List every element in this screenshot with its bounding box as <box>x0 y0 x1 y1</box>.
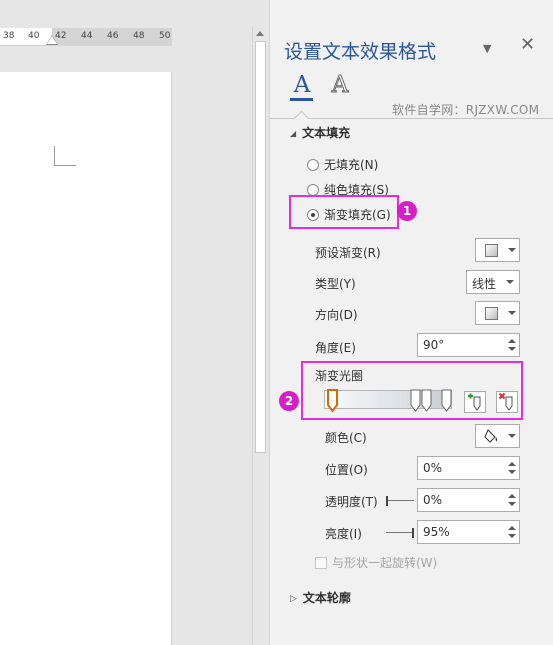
gradient-type-select[interactable]: 线性 <box>466 270 520 294</box>
rotate-with-shape-checkbox[interactable] <box>315 556 327 569</box>
position-input[interactable] <box>418 457 506 479</box>
right-indent-marker[interactable] <box>47 36 57 44</box>
gradient-swatch-icon <box>485 244 498 257</box>
pane-options-dropdown-icon[interactable]: ▼ <box>483 42 491 55</box>
text-fill-section-title: 文本填充 <box>302 126 351 140</box>
horizontal-ruler[interactable]: 38 40 42 44 46 48 50 <box>0 28 172 46</box>
ruler-tick-label: 38 <box>3 31 15 41</box>
vertical-scrollbar[interactable] <box>252 27 268 645</box>
radio-button[interactable] <box>307 183 319 196</box>
ruler-tick-label: 46 <box>107 31 119 41</box>
text-outline-section-title: 文本轮廓 <box>302 591 351 605</box>
expand-triangle-icon: ▷ <box>290 594 297 604</box>
slider-thumb[interactable] <box>386 496 388 506</box>
angle-spinner[interactable] <box>417 333 520 357</box>
direction-swatch-icon <box>485 307 498 320</box>
brightness-slider[interactable] <box>386 528 414 538</box>
ruler-tick-label: 50 <box>159 31 171 41</box>
spin-up-icon[interactable] <box>508 339 516 343</box>
chevron-down-icon <box>508 434 516 438</box>
scroll-up-arrow-icon[interactable] <box>256 31 264 36</box>
scrollbar-thumb[interactable] <box>255 41 266 453</box>
radio-no-fill[interactable]: 无填充(N) <box>307 156 378 173</box>
angle-input[interactable] <box>418 334 506 356</box>
radio-button[interactable] <box>307 158 319 171</box>
document-area: 38 40 42 44 46 48 50 <box>0 0 252 645</box>
brightness-spinner[interactable] <box>417 520 520 544</box>
watermark-text: 软件自学网：RJZXW.COM <box>392 103 540 117</box>
stop-color-button[interactable] <box>475 424 520 448</box>
paint-bucket-icon <box>484 429 498 443</box>
rotate-with-shape-label: 与形状一起旋转(W) <box>332 556 438 570</box>
transparency-slider[interactable] <box>386 496 414 506</box>
direction-button[interactable] <box>475 301 520 325</box>
transparency-label: 透明度(T) <box>325 495 378 509</box>
ruler-tick-label: 40 <box>28 31 40 41</box>
angle-label: 角度(E) <box>315 341 356 355</box>
ruler-tick-label: 48 <box>133 31 145 41</box>
spin-down-icon[interactable] <box>508 502 516 506</box>
chevron-down-icon <box>506 280 514 284</box>
page-margin-corner <box>54 146 76 166</box>
radio-label: 无填充(N) <box>324 158 379 172</box>
brightness-label: 亮度(I) <box>325 527 362 541</box>
transparency-spinner[interactable] <box>417 488 520 512</box>
text-fill-outline-tab-icon[interactable]: A <box>287 72 317 102</box>
spin-down-icon[interactable] <box>508 347 516 351</box>
spin-up-icon[interactable] <box>508 526 516 530</box>
brightness-input[interactable] <box>418 521 506 543</box>
spin-down-icon[interactable] <box>508 534 516 538</box>
spin-up-icon[interactable] <box>508 494 516 498</box>
preset-gradient-button[interactable] <box>475 238 520 262</box>
slider-track <box>386 532 414 533</box>
gradient-type-value: 线性 <box>472 277 497 291</box>
spin-down-icon[interactable] <box>508 470 516 474</box>
text-outline-section-header[interactable]: ▷ 文本轮廓 <box>290 589 351 606</box>
tab-divider <box>270 118 553 119</box>
rotate-with-shape-checkbox-row[interactable]: 与形状一起旋转(W) <box>315 554 437 571</box>
position-spinner[interactable] <box>417 456 520 480</box>
format-text-effects-pane: 设置文本效果格式 ▼ ✕ A A 软件自学网：RJZXW.COM ◢ 文本填充 无… <box>269 0 553 645</box>
transparency-input[interactable] <box>418 489 506 511</box>
step-badge-1: 1 <box>397 201 417 221</box>
text-effects-tab-icon[interactable]: A <box>325 72 355 102</box>
chevron-down-icon <box>508 311 516 315</box>
slider-thumb[interactable] <box>412 528 414 538</box>
slider-track <box>386 500 414 501</box>
text-fill-section-header[interactable]: ◢ 文本填充 <box>290 124 350 141</box>
step-badge-2: 2 <box>279 391 299 411</box>
document-page[interactable] <box>0 72 172 645</box>
pane-close-icon[interactable]: ✕ <box>520 34 535 55</box>
direction-label: 方向(D) <box>315 308 358 322</box>
spin-up-icon[interactable] <box>508 462 516 466</box>
position-label: 位置(O) <box>325 463 368 477</box>
preset-gradient-label: 预设渐变(R) <box>315 246 381 260</box>
collapse-triangle-icon: ◢ <box>290 129 297 138</box>
color-label: 颜色(C) <box>325 431 367 445</box>
type-label: 类型(Y) <box>315 277 356 291</box>
highlight-box-gradient-stops <box>301 361 523 420</box>
ruler-tick-label: 44 <box>81 31 93 41</box>
chevron-down-icon <box>508 248 516 252</box>
highlight-box-gradient-fill <box>289 195 399 229</box>
pane-title: 设置文本效果格式 <box>284 41 437 63</box>
